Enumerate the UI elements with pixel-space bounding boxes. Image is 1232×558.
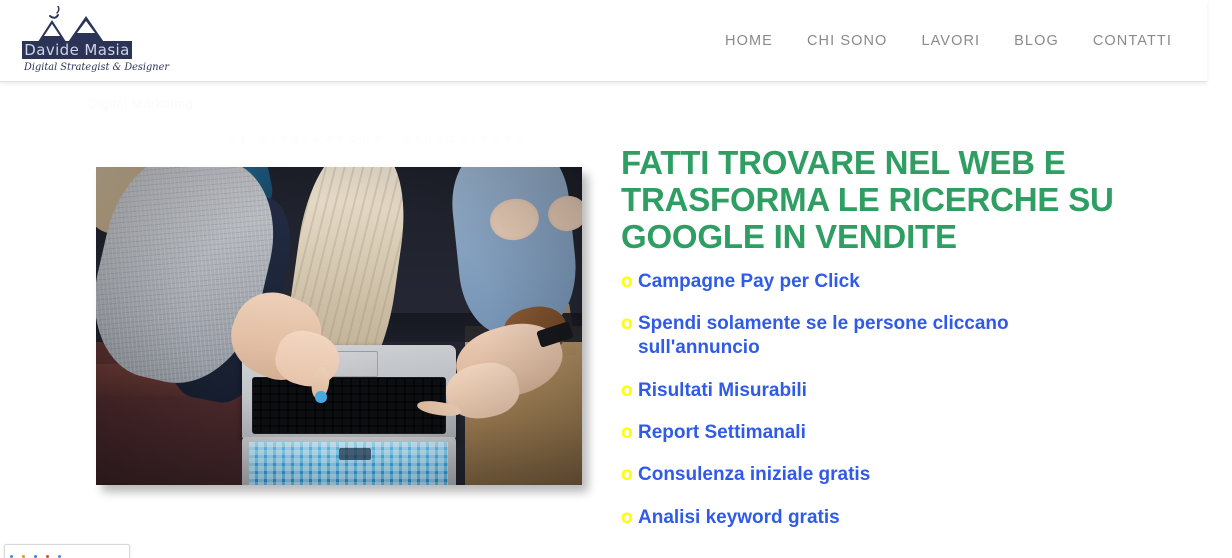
hero-image	[96, 167, 582, 485]
bullet-icon: o	[621, 313, 633, 335]
brand-name: Davide Masia	[22, 41, 132, 59]
benefit-item-consulenza-iniziale-gratis: o Consulenza iniziale gratis	[621, 463, 1061, 487]
brand-logo-link[interactable]: Davide Masia Digital Strategist & Design…	[22, 5, 170, 78]
benefit-label: Campagne Pay per Click	[638, 270, 860, 292]
bullet-icon: o	[621, 464, 633, 486]
hero-section: FATTI TROVARE NEL WEB E TRASFORMA LE RIC…	[0, 82, 1232, 558]
benefit-item-analisi-keyword-gratis: o Analisi keyword gratis	[621, 506, 1061, 530]
benefit-item-report-settimanali: o Report Settimanali	[621, 421, 1061, 445]
bottom-left-widget[interactable]	[4, 544, 130, 558]
benefit-item-risultati-misurabili: o Risultati Misurabili	[621, 379, 1061, 403]
nav-item-blog[interactable]: BLOG	[997, 27, 1076, 55]
photo-people-around-laptop	[96, 167, 582, 485]
bullet-icon: o	[621, 270, 633, 292]
benefit-label: Consulenza iniziale gratis	[638, 464, 871, 486]
benefit-label: Risultati Misurabili	[638, 379, 807, 401]
benefit-list: o Campagne Pay per Click o Spendi solame…	[621, 270, 1181, 530]
nav-item-home[interactable]: HOME	[708, 27, 790, 55]
page-root: Digital Marketing s t r a t e g i a w e …	[0, 0, 1232, 558]
bird-icon	[49, 14, 59, 19]
site-header: Davide Masia Digital Strategist & Design…	[0, 0, 1207, 82]
brand-tagline: Digital Strategist & Designer	[24, 61, 170, 73]
hero-heading: FATTI TROVARE NEL WEB E TRASFORMA LE RIC…	[621, 144, 1114, 255]
nav-item-chi-sono[interactable]: CHI SONO	[790, 27, 905, 55]
bullet-icon: o	[621, 379, 633, 401]
nav-item-lavori[interactable]: LAVORI	[904, 27, 997, 55]
benefit-item-spendi-solamente: o Spendi solamente se le persone cliccan…	[621, 312, 1061, 361]
main-navigation: HOME CHI SONO LAVORI BLOG CONTATTI	[708, 0, 1189, 82]
benefit-label: Report Settimanali	[638, 422, 806, 444]
benefit-item-campagne-pay-per-click: o Campagne Pay per Click	[621, 270, 1061, 294]
benefit-label: Spendi solamente se le persone cliccano …	[638, 313, 1009, 359]
hero-copy: FATTI TROVARE NEL WEB E TRASFORMA LE RIC…	[621, 144, 1181, 548]
bullet-icon: o	[621, 422, 633, 444]
benefit-label: Analisi keyword gratis	[638, 506, 840, 528]
nav-item-contatti[interactable]: CONTATTI	[1076, 27, 1189, 55]
bullet-icon: o	[621, 506, 633, 528]
